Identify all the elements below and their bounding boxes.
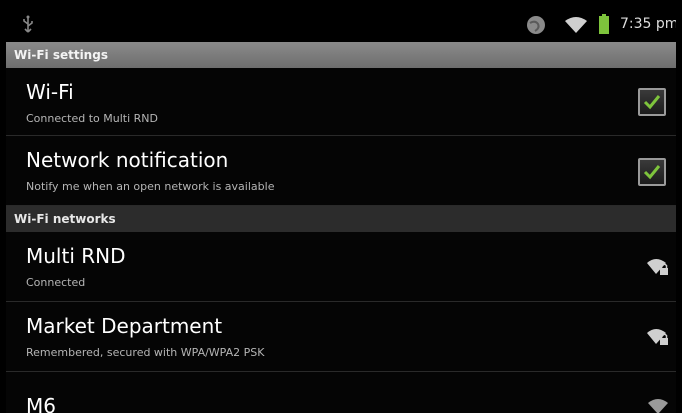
- network-status: Remembered, secured with WPA/WPA2 PSK: [26, 346, 265, 359]
- battery-icon: [599, 14, 609, 34]
- network-name: M6: [26, 394, 56, 413]
- section-header-wifi-networks: Wi-Fi networks: [6, 206, 676, 232]
- wifi-title: Wi-Fi: [26, 80, 74, 104]
- network-item-m6[interactable]: M6: [6, 372, 676, 413]
- status-bar: 7:35 pm: [6, 6, 676, 42]
- network-status: Connected: [26, 276, 86, 289]
- wifi-icon: [565, 17, 587, 33]
- network-name: Market Department: [26, 314, 223, 338]
- network-notification-checkbox[interactable]: [638, 158, 666, 186]
- globe-icon: [527, 16, 545, 34]
- wifi-secured-icon: [647, 259, 668, 275]
- wifi-summary: Connected to Multi RND: [26, 112, 158, 125]
- wifi-icon: [648, 399, 668, 413]
- network-notification-title: Network notification: [26, 148, 229, 172]
- checkmark-icon: [643, 165, 661, 180]
- network-notification-summary: Notify me when an open network is availa…: [26, 180, 275, 193]
- network-item-multi-rnd[interactable]: Multi RND Connected: [6, 232, 676, 302]
- status-clock: 7:35 pm: [620, 16, 676, 32]
- checkmark-icon: [643, 95, 661, 110]
- wifi-secured-icon: [647, 329, 668, 345]
- section-header-wifi-settings: Wi-Fi settings: [6, 42, 676, 68]
- screen: 7:35 pm Wi-Fi settings Wi-Fi Connected t…: [6, 6, 676, 413]
- network-item-market-department[interactable]: Market Department Remembered, secured wi…: [6, 302, 676, 372]
- wifi-checkbox[interactable]: [638, 88, 666, 116]
- network-name: Multi RND: [26, 244, 126, 268]
- network-notification-row[interactable]: Network notification Notify me when an o…: [6, 136, 676, 206]
- wifi-toggle-row[interactable]: Wi-Fi Connected to Multi RND: [6, 68, 676, 136]
- usb-icon: [23, 15, 33, 33]
